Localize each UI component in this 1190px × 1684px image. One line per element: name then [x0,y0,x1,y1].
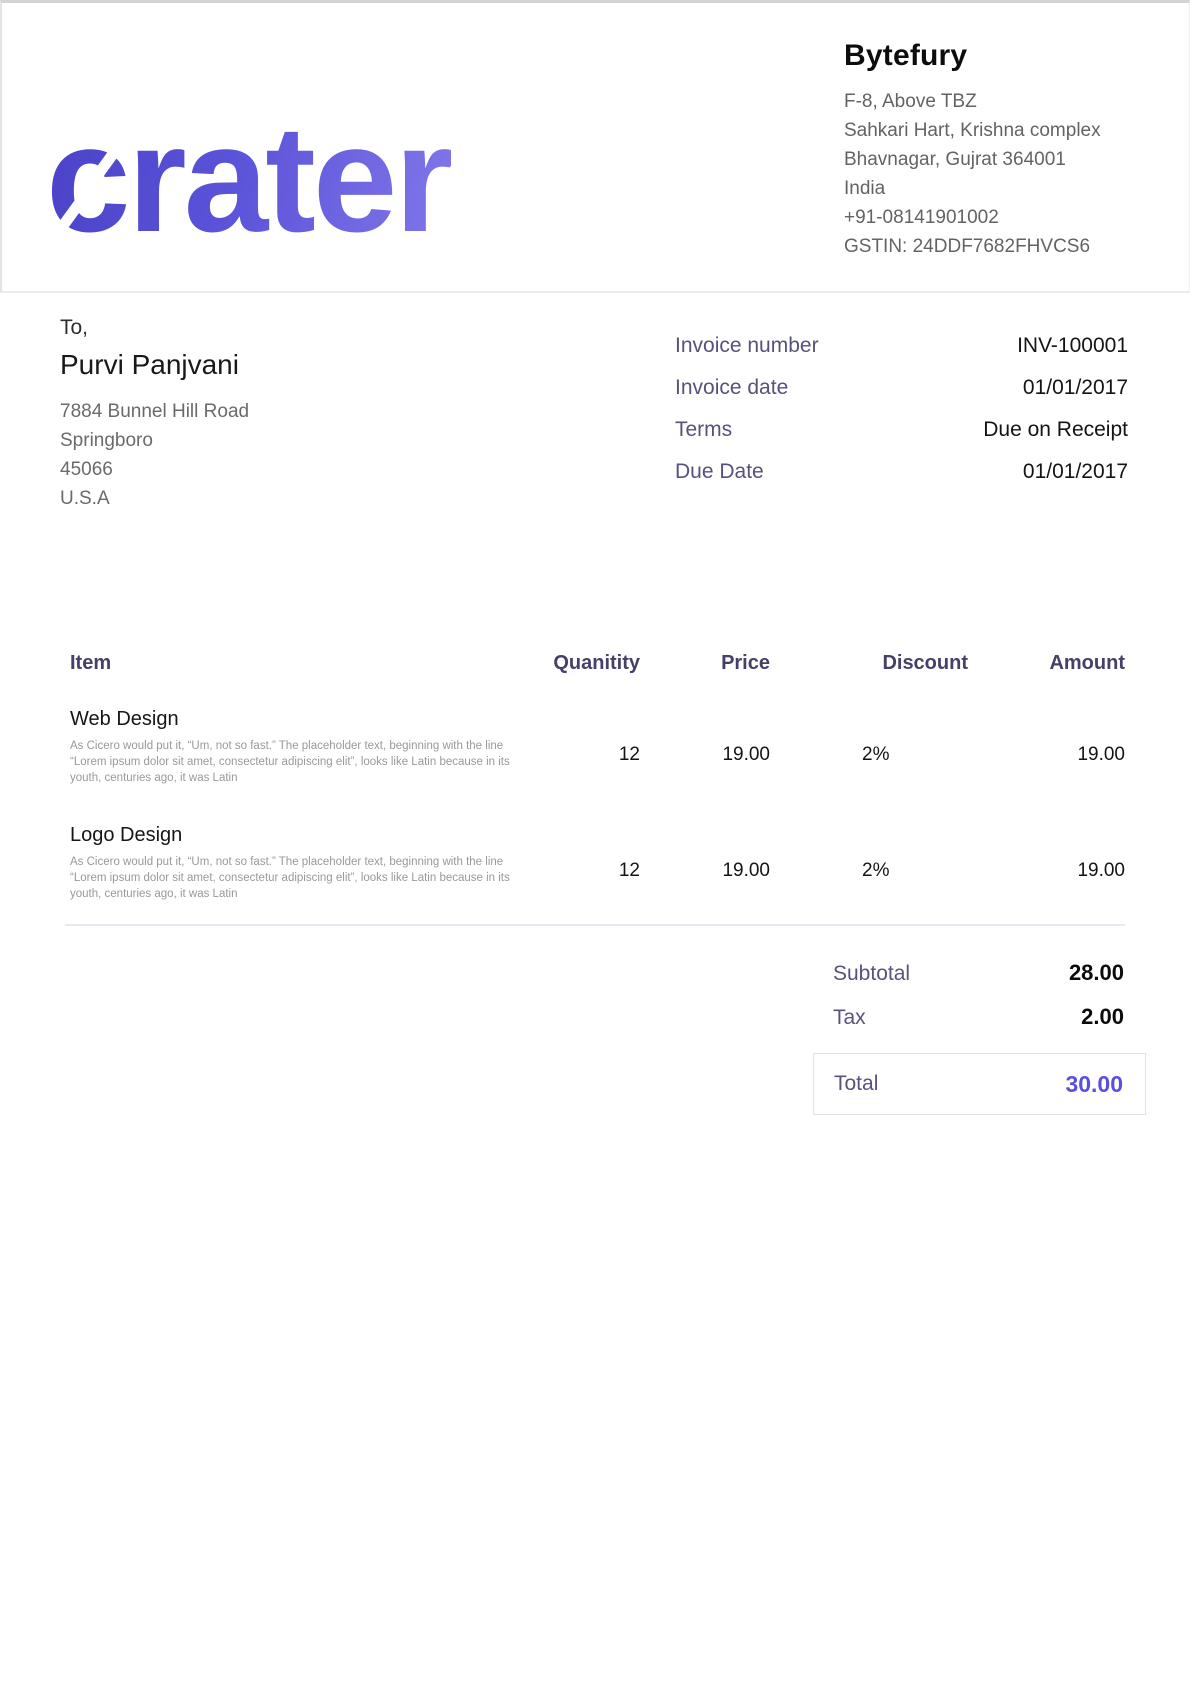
company-gstin: GSTIN: 24DDF7682FHVCS6 [844,232,1174,261]
item-name: Logo Design [70,824,500,847]
item-name: Web Design [70,708,500,731]
subtotal-value: 28.00 [1069,958,1124,988]
crater-logo: crater [46,103,451,255]
column-header-quantity: Quanitity [500,648,640,678]
column-header-discount: Discount [770,648,968,678]
client-name: Purvi Panjvani [60,349,540,381]
item-description: As Cicero would put it, “Um, not so fast… [70,738,518,786]
column-header-amount: Amount [968,648,1125,678]
company-block: Bytefury F-8, Above TBZ Sahkari Hart, Kr… [844,39,1174,261]
invoice-header: crater Bytefury F-8, Above TBZ Sahkari H… [0,0,1190,293]
item-cell: Logo Design As Cicero would put it, “Um,… [70,824,500,902]
item-discount: 2% [770,824,968,902]
column-header-item: Item [70,648,500,678]
meta-label: Terms [675,416,732,444]
client-address-line: Springboro [60,426,540,455]
company-address-line: Sahkari Hart, Krishna complex [844,116,1174,145]
invoice-meta: Invoice number INV-100001 Invoice date 0… [675,332,1128,500]
client-address-line: 7884 Bunnel Hill Road [60,397,540,426]
due-date-value: 01/01/2017 [1023,458,1128,486]
table-bottom-divider [65,924,1125,926]
meta-label: Due Date [675,458,764,486]
invoice-date-value: 01/01/2017 [1023,374,1128,402]
subtotal-label: Subtotal [833,959,910,989]
meta-label: Invoice number [675,332,819,360]
item-price: 19.00 [640,708,770,786]
tax-row: Tax 2.00 [813,1002,1146,1033]
item-description: As Cicero would put it, “Um, not so fast… [70,854,518,902]
table-row: Logo Design As Cicero would put it, “Um,… [70,824,1125,902]
to-label: To, [60,316,540,340]
item-price: 19.00 [640,824,770,902]
item-quantity: 12 [500,708,640,786]
tax-value: 2.00 [1081,1002,1124,1032]
column-header-price: Price [640,648,770,678]
table-row: Web Design As Cicero would put it, “Um, … [70,708,1125,786]
item-discount: 2% [770,708,968,786]
totals-block: Subtotal 28.00 Tax 2.00 Total 30.00 [813,958,1146,1115]
meta-row-terms: Terms Due on Receipt [675,416,1128,444]
item-amount: 19.00 [968,824,1125,902]
invoice-number-value: INV-100001 [1017,332,1128,360]
items-table-header: Item Quanitity Price Discount Amount [70,648,1125,678]
terms-value: Due on Receipt [983,416,1128,444]
total-label: Total [834,1072,878,1096]
client-address-line: U.S.A [60,484,540,513]
client-address-line: 45066 [60,455,540,484]
billed-to-block: To, Purvi Panjvani 7884 Bunnel Hill Road… [60,316,540,513]
meta-label: Invoice date [675,374,788,402]
meta-row-due-date: Due Date 01/01/2017 [675,458,1128,486]
item-cell: Web Design As Cicero would put it, “Um, … [70,708,500,786]
meta-row-invoice-number: Invoice number INV-100001 [675,332,1128,360]
grand-total-box: Total 30.00 [813,1053,1146,1115]
company-name: Bytefury [844,39,1174,73]
subtotal-row: Subtotal 28.00 [813,958,1146,989]
meta-row-invoice-date: Invoice date 01/01/2017 [675,374,1128,402]
company-phone: +91-08141901002 [844,203,1174,232]
total-value: 30.00 [1065,1071,1123,1098]
tax-label: Tax [833,1003,866,1033]
item-quantity: 12 [500,824,640,902]
company-address-line: F-8, Above TBZ [844,87,1174,116]
item-amount: 19.00 [968,708,1125,786]
company-address-line: India [844,174,1174,203]
company-address-line: Bhavnagar, Gujrat 364001 [844,145,1174,174]
